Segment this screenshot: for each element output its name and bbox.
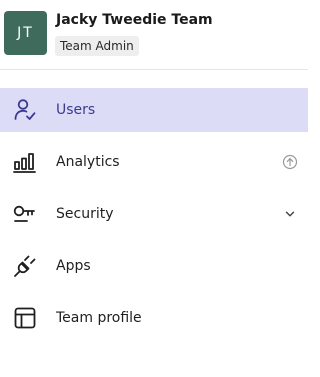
nav-label-users: Users [56,102,96,118]
nav-item-security[interactable]: Security [0,192,308,236]
layout-icon [12,305,38,331]
team-sidebar: JT Jacky Tweedie Team Team Admin Users A… [0,0,308,377]
nav-item-apps[interactable]: Apps [0,244,308,288]
nav-label-apps: Apps [56,258,91,274]
nav-label-team-profile: Team profile [56,310,142,326]
team-header[interactable]: JT Jacky Tweedie Team Team Admin [0,0,308,70]
team-avatar: JT [4,11,47,55]
nav-label-security: Security [56,206,114,222]
sidebar-nav: Users Analytics Security Apps Team profi… [0,88,308,348]
nav-item-analytics[interactable]: Analytics [0,140,308,184]
role-badge: Team Admin [55,36,139,56]
upgrade-arrow-icon [282,154,298,170]
bar-chart-icon [12,149,38,175]
team-name: Jacky Tweedie Team [56,12,213,28]
key-icon [12,201,38,227]
nav-item-users[interactable]: Users [0,88,308,132]
chevron-down-icon[interactable] [282,206,298,222]
user-check-icon [12,97,38,123]
nav-item-team-profile[interactable]: Team profile [0,296,308,340]
nav-label-analytics: Analytics [56,154,120,170]
plug-icon [12,253,38,279]
